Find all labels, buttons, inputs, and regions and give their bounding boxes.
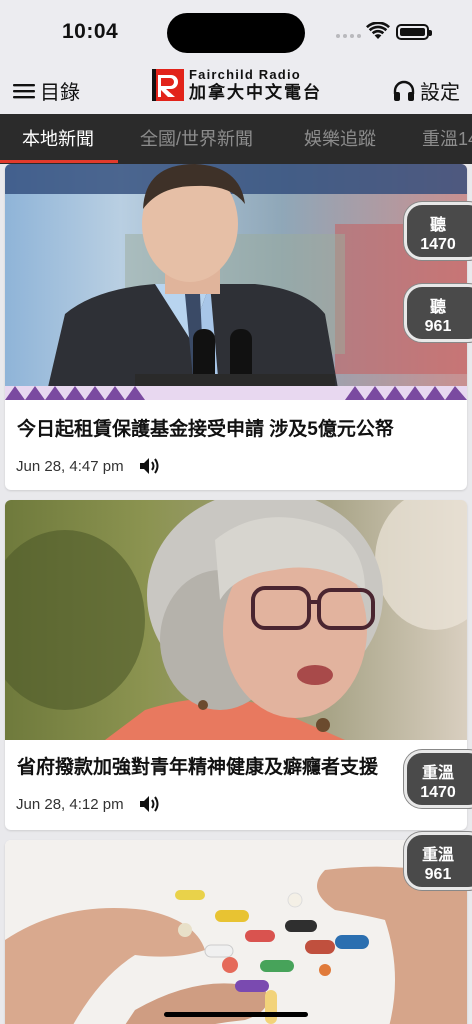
fairchild-radio-logo: Fairchild Radio 加拿大中文電台 xyxy=(152,68,322,101)
status-time: 10:04 xyxy=(62,20,119,43)
article-date: Jun 28, 4:47 pm xyxy=(16,457,124,475)
article-image[interactable] xyxy=(5,500,467,740)
tab-local-news[interactable]: 本地新聞 xyxy=(22,114,94,164)
category-tabs: 本地新聞 全國/世界新聞 娛樂追蹤 重溫14 xyxy=(0,114,472,164)
pills-in-hands-image xyxy=(5,840,467,1024)
listen-961-button[interactable]: 聽 961 xyxy=(404,284,472,342)
replay-1470-button[interactable]: 重溫 1470 xyxy=(404,750,472,808)
listen-1470-button[interactable]: 聽 1470 xyxy=(404,202,472,260)
app-header: 目錄 Fairchild Radio 加拿大中文電台 設定 xyxy=(0,62,472,114)
article-title[interactable]: 省府撥款加強對青年精神健康及癖癮者支援 xyxy=(5,752,390,779)
status-bar: 10:04 xyxy=(0,0,472,62)
speaker-icon[interactable] xyxy=(138,794,160,814)
news-card[interactable] xyxy=(5,840,467,1024)
cellular-signal-icon xyxy=(336,34,361,38)
fairchild-logo-mark-icon xyxy=(152,68,184,101)
wifi-icon xyxy=(366,22,390,39)
article-title[interactable]: 今日起租賃保護基金接受申請 涉及5億元公帑 xyxy=(5,414,406,441)
dynamic-island xyxy=(167,13,305,53)
news-card[interactable]: 今日起租賃保護基金接受申請 涉及5億元公帑 Jun 28, 4:47 pm xyxy=(5,164,467,490)
headphones-icon xyxy=(393,80,415,101)
home-indicator[interactable] xyxy=(164,1012,308,1017)
logo-chinese-text: 加拿大中文電台 xyxy=(189,83,322,102)
tab-replay[interactable]: 重溫14 xyxy=(422,114,472,164)
logo-english-text: Fairchild Radio xyxy=(189,67,301,82)
woman-speaking-image xyxy=(5,500,467,740)
menu-button[interactable]: 目錄 xyxy=(12,76,80,105)
news-feed[interactable]: 今日起租賃保護基金接受申請 涉及5億元公帑 Jun 28, 4:47 pm 省府… xyxy=(0,164,472,1024)
news-card[interactable]: 省府撥款加強對青年精神健康及癖癮者支援 Jun 28, 4:12 pm xyxy=(5,500,467,830)
article-date: Jun 28, 4:12 pm xyxy=(16,795,124,813)
tab-national-world-news[interactable]: 全國/世界新聞 xyxy=(140,114,253,164)
article-image[interactable] xyxy=(5,840,467,1024)
hamburger-icon xyxy=(13,83,35,98)
tab-entertainment[interactable]: 娛樂追蹤 xyxy=(304,114,376,164)
settings-button[interactable]: 設定 xyxy=(392,76,460,105)
replay-961-button[interactable]: 重溫 961 xyxy=(404,832,472,890)
active-tab-indicator xyxy=(0,160,118,163)
settings-label: 設定 xyxy=(420,82,460,104)
battery-icon xyxy=(396,24,432,40)
speaker-icon[interactable] xyxy=(138,456,160,476)
menu-label: 目錄 xyxy=(40,82,80,104)
politician-at-podium-image xyxy=(5,164,467,400)
article-image[interactable] xyxy=(5,164,467,400)
